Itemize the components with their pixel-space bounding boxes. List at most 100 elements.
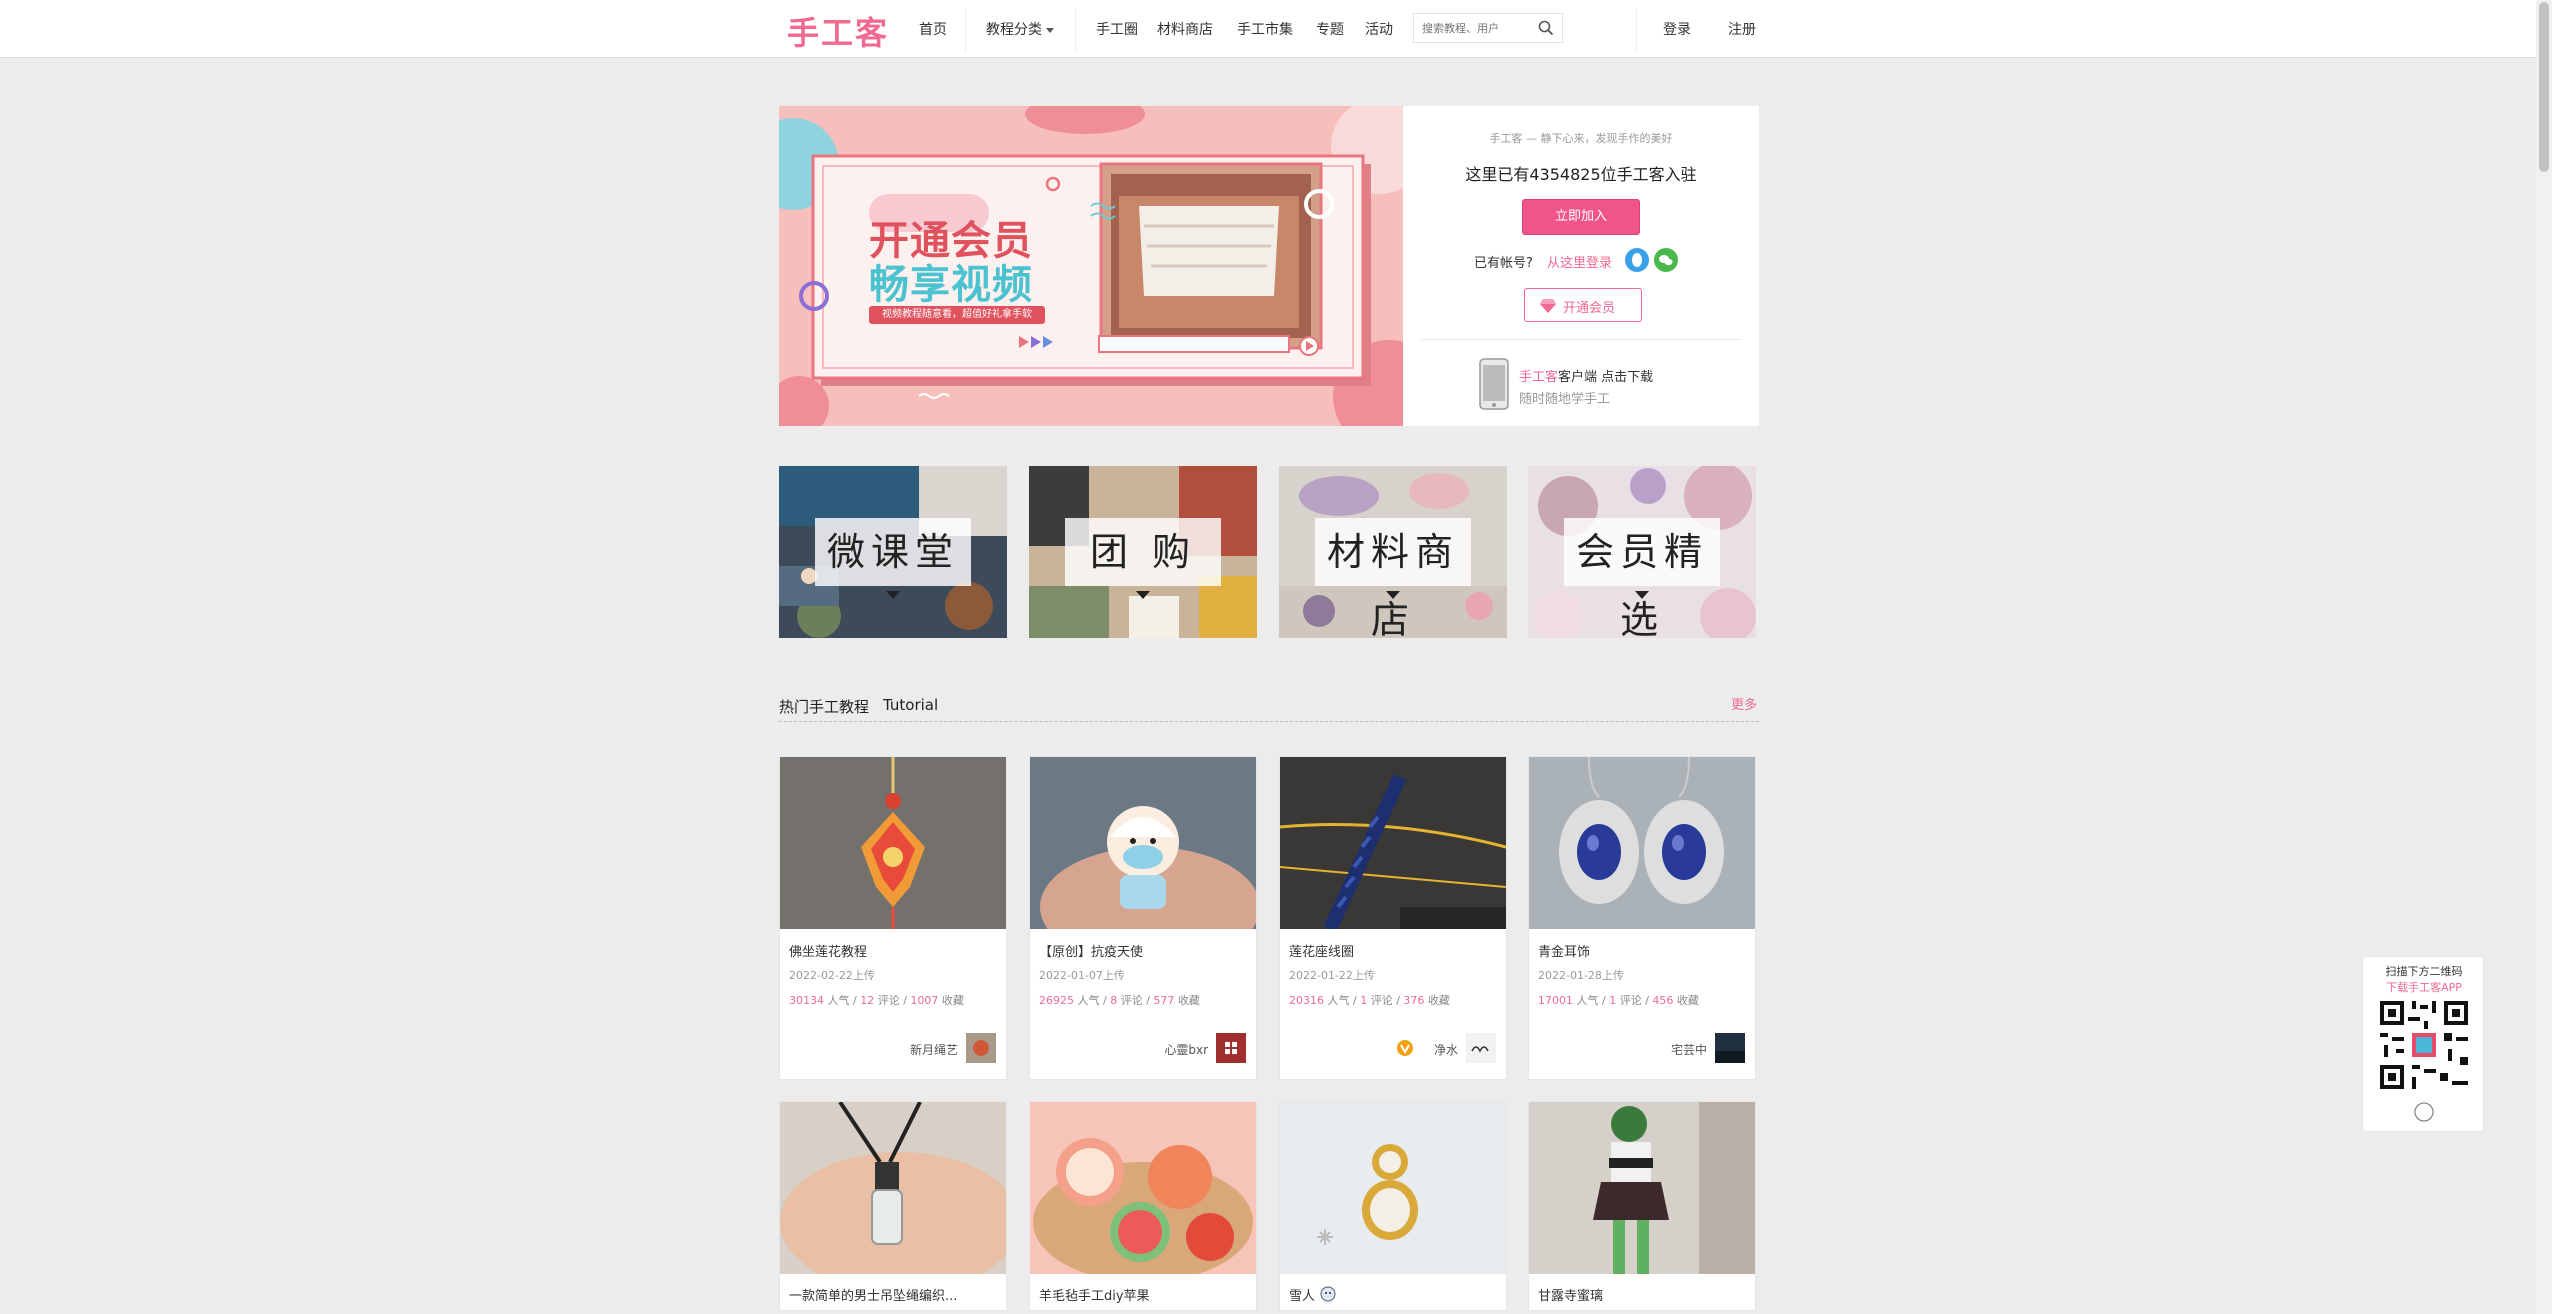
top-navbar: 手工客 首页 教程分类 手工圈 材料商店 手工市集 专题 活动 登录 注册	[0, 0, 2536, 58]
tutorial-stats: 20316 人气 / 1 评论 / 376 收藏	[1289, 994, 1450, 1007]
author-name[interactable]: 宅芸中	[1671, 1041, 1707, 1058]
author-name[interactable]: 新月绳艺	[910, 1041, 958, 1058]
section-title-en: Tutorial	[883, 696, 939, 714]
tutorial-title[interactable]: 一款简单的男士吊坠绳编织...	[789, 1285, 957, 1304]
app-brand: 手工客	[1519, 370, 1559, 385]
popularity-label: 人气	[827, 994, 850, 1007]
tutorial-thumbnail[interactable]	[780, 757, 1006, 929]
qq-login-icon[interactable]	[1625, 248, 1649, 272]
more-link[interactable]: 更多	[1731, 694, 1757, 713]
caret-down-icon	[1635, 591, 1649, 599]
category-label: 微课堂	[815, 518, 971, 586]
favorites-count: 577	[1153, 994, 1175, 1007]
tutorial-title[interactable]: 羊毛毡手工diy苹果	[1039, 1285, 1150, 1304]
avatar[interactable]	[1715, 1033, 1745, 1063]
tutorial-date: 2022-01-28上传	[1538, 969, 1624, 982]
nav-material-shop[interactable]: 材料商店	[1157, 19, 1213, 39]
favorites-label: 收藏	[1427, 994, 1450, 1007]
nav-divider	[1636, 8, 1637, 52]
tutorial-title[interactable]: 佛坐莲花教程	[789, 941, 867, 960]
qr-line2: 下载手工客APP	[2386, 981, 2462, 994]
tutorial-stats: 26925 人气 / 8 评论 / 577 收藏	[1039, 994, 1200, 1007]
category-tile-vip-picks[interactable]: 会员精选	[1528, 466, 1756, 638]
tutorial-thumbnail[interactable]	[1280, 1102, 1506, 1274]
tutorial-title[interactable]: 甘露寺蜜璃	[1538, 1285, 1603, 1304]
chevron-down-icon	[1046, 27, 1054, 33]
comments-label: 评论	[1619, 994, 1642, 1007]
nav-divider	[1075, 8, 1076, 52]
tutorial-date: 2022-01-07上传	[1039, 969, 1125, 982]
category-label: 会员精选	[1564, 518, 1720, 638]
popularity-label: 人气	[1327, 994, 1350, 1007]
favorites-label: 收藏	[1177, 994, 1200, 1007]
app-line2: 随时随地学手工	[1519, 392, 1611, 407]
app-line1-text: 客户端 点击下载	[1558, 370, 1654, 385]
login-link[interactable]: 登录	[1663, 19, 1691, 39]
search-input[interactable]	[1414, 14, 1524, 42]
search-icon[interactable]	[1538, 20, 1554, 36]
wechat-login-icon[interactable]	[1654, 248, 1678, 272]
avatar[interactable]	[966, 1033, 996, 1063]
vip-button[interactable]: 开通会员	[1524, 288, 1642, 322]
category-label: 团 购	[1065, 518, 1221, 586]
avatar[interactable]	[1466, 1033, 1496, 1063]
banner-line2: 畅享视频	[869, 262, 1033, 308]
tutorial-thumbnail[interactable]	[1529, 1102, 1755, 1274]
category-tile-material-shop[interactable]: 材料商店	[1279, 466, 1507, 638]
section-title: 热门手工教程	[779, 698, 870, 716]
scrollbar-thumb[interactable]	[2539, 2, 2549, 172]
nav-events[interactable]: 活动	[1365, 19, 1393, 39]
vip-banner[interactable]: 开通会员 畅享视频 视频教程随意看，超值好礼拿手软	[779, 106, 1403, 426]
tutorial-card[interactable]: 甘露寺蜜璃	[1528, 1101, 1756, 1311]
nav-topics[interactable]: 专题	[1316, 19, 1344, 39]
nav-home[interactable]: 首页	[919, 19, 947, 39]
tutorial-title[interactable]: 【原创】抗疫天使	[1039, 941, 1143, 960]
author-name[interactable]: 心靈bxr	[1164, 1041, 1208, 1058]
nav-market[interactable]: 手工市集	[1237, 19, 1293, 39]
tutorial-card[interactable]: 佛坐莲花教程 2022-02-22上传 30134 人气 / 12 评论 / 1…	[779, 756, 1007, 1080]
tutorial-thumbnail[interactable]	[1529, 757, 1755, 929]
comments-label: 评论	[1120, 994, 1143, 1007]
tutorial-title[interactable]: 青金耳饰	[1538, 941, 1590, 960]
popularity-count: 17001	[1538, 994, 1573, 1007]
login-here-link[interactable]: 从这里登录	[1547, 252, 1612, 271]
tutorial-card[interactable]: 【原创】抗疫天使 2022-01-07上传 26925 人气 / 8 评论 / …	[1029, 756, 1257, 1080]
tutorial-thumbnail[interactable]	[780, 1102, 1006, 1274]
page-scrollbar[interactable]	[2536, 0, 2552, 1314]
tutorial-thumbnail[interactable]	[1280, 757, 1506, 929]
tutorial-card[interactable]: 一款简单的男士吊坠绳编织...	[779, 1101, 1007, 1311]
member-count-text: 这里已有4354825位手工客入驻	[1465, 165, 1697, 184]
tutorial-title[interactable]: 莲花座线圈	[1289, 941, 1354, 960]
author-name[interactable]: 净水	[1434, 1041, 1458, 1058]
tutorial-card[interactable]: 青金耳饰 2022-01-28上传 17001 人气 / 1 评论 / 456 …	[1528, 756, 1756, 1080]
navbar-inner: 手工客 首页 教程分类 手工圈 材料商店 手工市集 专题 活动 登录 注册	[779, 0, 1759, 58]
qr-line1: 扫描下方二维码	[2385, 965, 2463, 978]
register-link[interactable]: 注册	[1728, 19, 1756, 39]
close-icon[interactable]	[2413, 1101, 2435, 1123]
tutorial-date: 2022-01-22上传	[1289, 969, 1375, 982]
qr-code-image[interactable]	[2376, 997, 2472, 1093]
favorites-count: 456	[1652, 994, 1674, 1007]
panel-divider	[1421, 339, 1741, 340]
category-label: 材料商店	[1315, 518, 1471, 638]
search-box	[1413, 13, 1563, 43]
tutorial-thumbnail[interactable]	[1030, 757, 1256, 929]
site-logo[interactable]: 手工客	[787, 8, 889, 54]
nav-circle[interactable]: 手工圈	[1096, 19, 1138, 39]
category-tile-microclass[interactable]: 微课堂	[779, 466, 1007, 638]
caret-down-icon	[1386, 591, 1400, 599]
avatar[interactable]	[1216, 1033, 1246, 1063]
app-download[interactable]: 手工客客户端 点击下载 随时随地学手工	[1479, 356, 1699, 412]
slogan-text: 手工客 — 静下心来，发现手作的美好	[1489, 132, 1673, 145]
vip-badge-icon	[1397, 1040, 1413, 1056]
tutorial-card[interactable]: 羊毛毡手工diy苹果	[1029, 1101, 1257, 1311]
tutorial-title[interactable]: 雪人	[1289, 1285, 1315, 1304]
category-tile-groupbuy[interactable]: 团 购	[1029, 466, 1257, 638]
nav-categories[interactable]: 教程分类	[986, 19, 1054, 39]
diamond-icon	[1540, 299, 1556, 313]
tutorial-card[interactable]: 莲花座线圈 2022-01-22上传 20316 人气 / 1 评论 / 376…	[1279, 756, 1507, 1080]
popularity-label: 人气	[1576, 994, 1599, 1007]
tutorial-thumbnail[interactable]	[1030, 1102, 1256, 1274]
join-button[interactable]: 立即加入	[1522, 199, 1640, 235]
tutorial-card[interactable]: 雪人	[1279, 1101, 1507, 1311]
